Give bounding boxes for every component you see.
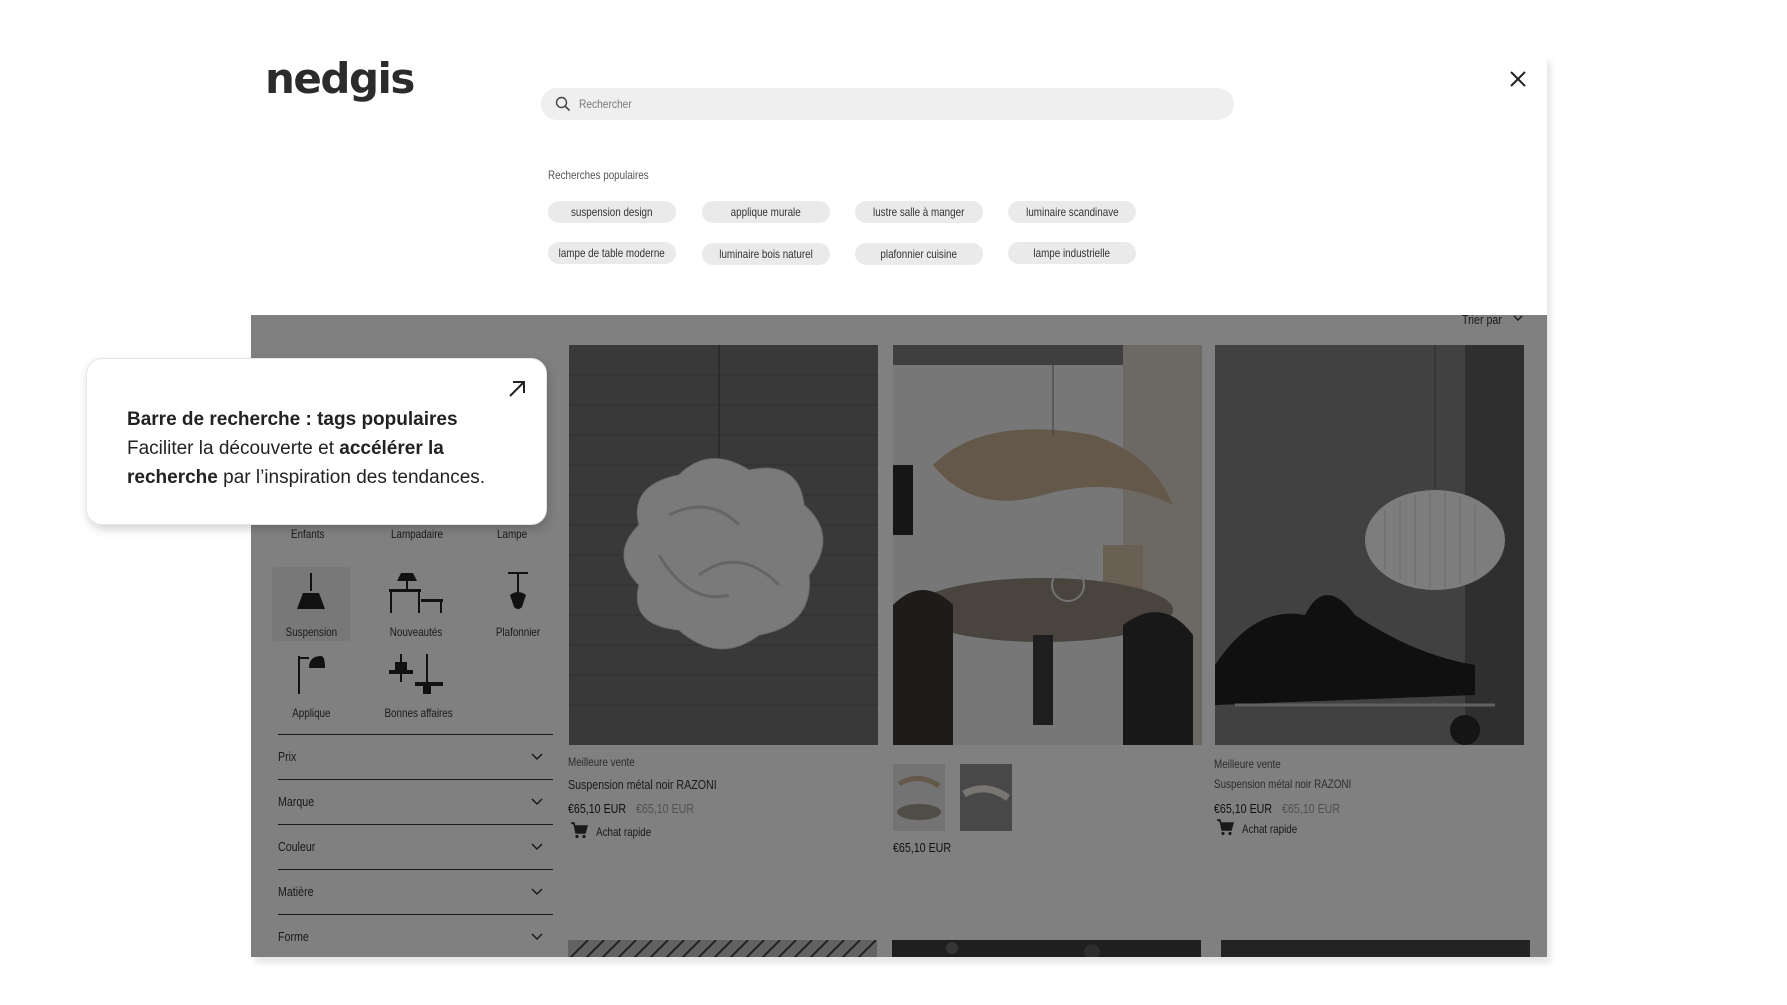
- popular-tag[interactable]: lustre salle à manger: [855, 201, 983, 223]
- tag-label: lampe de table moderne: [558, 246, 666, 260]
- close-icon[interactable]: [1507, 68, 1529, 90]
- popular-tag[interactable]: suspension design: [548, 201, 676, 223]
- search-input[interactable]: Rechercher: [579, 97, 632, 111]
- tag-label: luminaire bois naturel: [719, 247, 813, 261]
- popular-searches-title: Recherches populaires: [548, 168, 649, 182]
- popular-tag[interactable]: lampe de table moderne: [548, 242, 676, 264]
- popular-tag[interactable]: plafonnier cuisine: [855, 243, 983, 265]
- tag-label: suspension design: [571, 205, 653, 219]
- tag-label: applique murale: [730, 205, 802, 219]
- callout-text-a: Faciliter la découverte et: [127, 438, 340, 459]
- tag-label: lampe industrielle: [1033, 246, 1111, 260]
- popular-tag[interactable]: luminaire scandinave: [1008, 201, 1136, 223]
- tag-label: lustre salle à manger: [873, 205, 965, 219]
- popular-tag[interactable]: lampe industrielle: [1008, 242, 1136, 264]
- popular-tag[interactable]: luminaire bois naturel: [702, 243, 830, 265]
- callout-text-b: par l’inspiration des tendances.: [217, 467, 486, 488]
- popular-tag[interactable]: applique murale: [702, 201, 830, 223]
- callout-text: Barre de recherche : tags populaires Fac…: [127, 405, 527, 492]
- annotation-callout: Barre de recherche : tags populaires Fac…: [86, 358, 547, 525]
- search-bar[interactable]: Rechercher: [541, 88, 1234, 120]
- tag-label: luminaire scandinave: [1025, 205, 1119, 219]
- tag-label: plafonnier cuisine: [880, 247, 958, 261]
- arrow-up-right-icon: [509, 381, 525, 397]
- search-icon: [555, 96, 571, 112]
- callout-title: Barre de recherche : tags populaires: [127, 409, 458, 430]
- brand-logo[interactable]: nedgis: [265, 58, 415, 100]
